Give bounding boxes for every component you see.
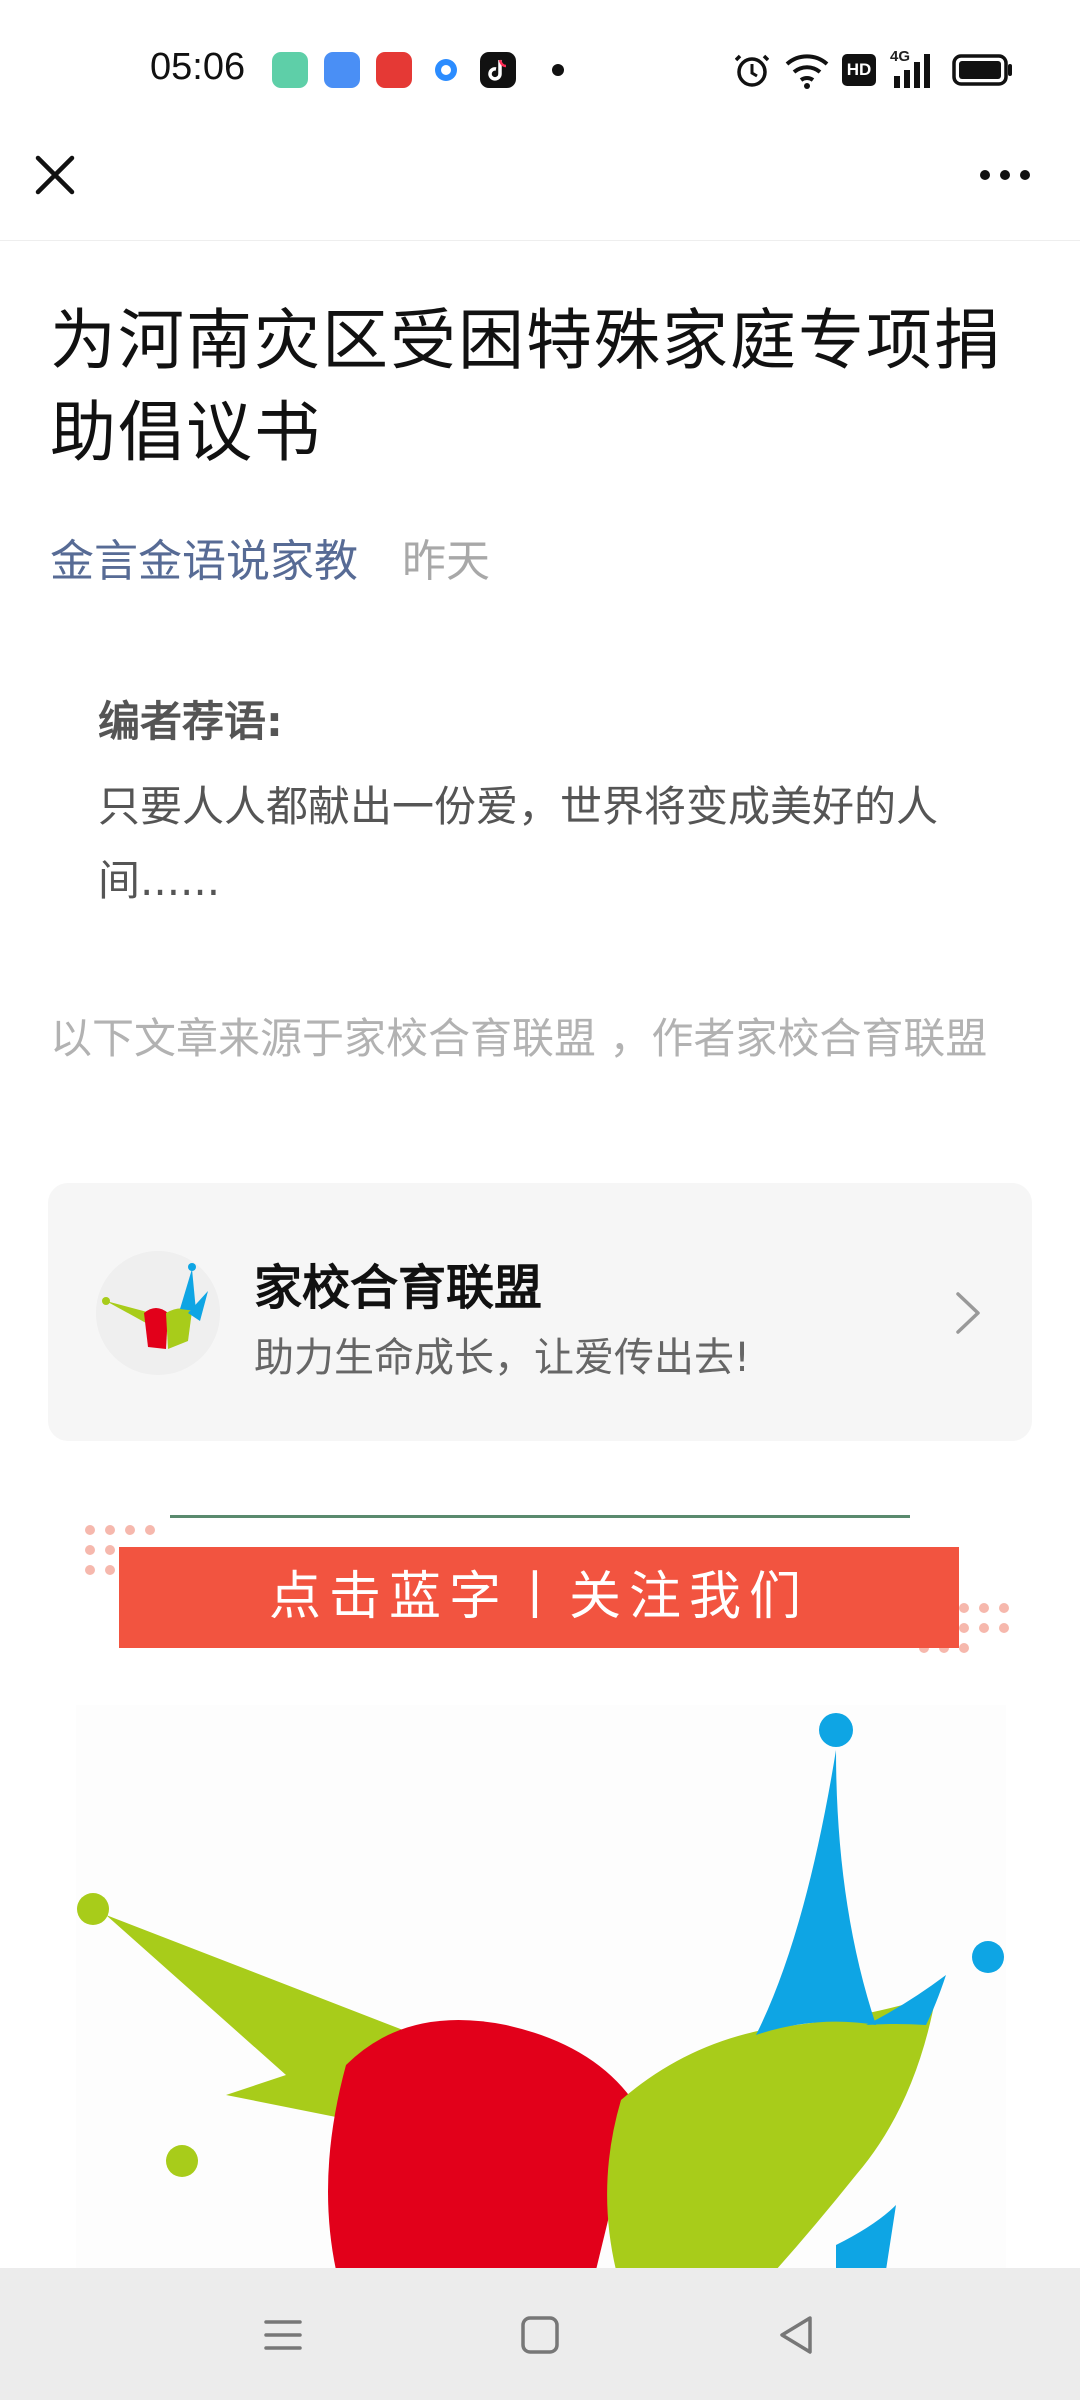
article-meta: 金言金语说家教 昨天: [50, 525, 490, 589]
article-title: 为河南灾区受困特殊家庭专项捐助倡议书: [50, 302, 1002, 471]
menu-icon[interactable]: [256, 2308, 310, 2362]
status-bar: 05:06 HD 4G: [0, 0, 1080, 140]
hd-icon: HD: [842, 54, 876, 86]
tiktok-icon: [480, 52, 516, 88]
alarm-icon: [735, 54, 769, 87]
app-icon-red: [376, 52, 412, 88]
status-time: 05:06: [150, 46, 246, 88]
signal-4g-icon: 4G: [890, 48, 938, 90]
account-name-link[interactable]: 金言金语说家教: [50, 536, 358, 587]
card-account-name: 家校合育联盟: [254, 1260, 543, 1316]
notification-dot: [552, 64, 564, 76]
banner-divider-line: [170, 1515, 910, 1518]
follow-us-banner[interactable]: 点击蓝字丨关注我们: [119, 1547, 959, 1648]
more-icon[interactable]: [975, 155, 1035, 195]
app-icon-teal: [272, 52, 308, 88]
editor-recommend-text: 只要人人都献出一份爱，世界将变成美好的人间......: [98, 782, 939, 905]
top-nav-bar: [0, 140, 1080, 241]
source-note: 以下文章来源于家校合育联盟 ，作者家校合育联盟: [50, 1014, 988, 1063]
battery-icon: [952, 54, 1012, 86]
editor-recommend-label: 编者荐语:: [98, 697, 283, 746]
app-icon-blue-dot: [428, 52, 464, 88]
card-account-description: 助力生命成长，让爱传出去!: [254, 1335, 751, 1381]
app-icon-blue: [324, 52, 360, 88]
chevron-right-icon: [956, 1292, 980, 1334]
close-icon[interactable]: [30, 150, 80, 200]
back-triangle-icon[interactable]: [770, 2308, 824, 2362]
publish-date: 昨天: [402, 536, 490, 587]
alliance-logo-image: [76, 1705, 1006, 2270]
wifi-icon: [785, 54, 829, 89]
avatar: [96, 1251, 220, 1375]
home-square-icon[interactable]: [513, 2308, 567, 2362]
source-account-card[interactable]: 家校合育联盟 助力生命成长，让爱传出去!: [48, 1183, 1032, 1441]
system-navigation-bar: [0, 2268, 1080, 2400]
